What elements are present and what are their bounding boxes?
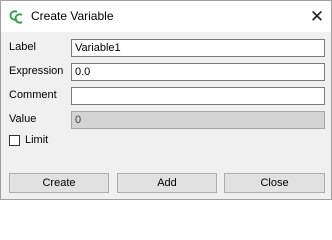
window-title: Create Variable xyxy=(31,9,114,23)
close-button[interactable]: Close xyxy=(224,173,325,193)
limit-label[interactable]: Limit xyxy=(25,134,48,146)
comment-input[interactable] xyxy=(71,87,325,105)
label-input[interactable] xyxy=(71,39,325,57)
comment-caption: Comment xyxy=(9,89,57,101)
add-button[interactable]: Add xyxy=(117,173,217,193)
close-icon[interactable]: ✕ xyxy=(303,1,331,32)
expression-input[interactable] xyxy=(71,63,325,81)
limit-checkbox[interactable] xyxy=(9,135,20,146)
label-caption: Label xyxy=(9,41,36,53)
value-field xyxy=(71,111,325,129)
expression-caption: Expression xyxy=(9,65,64,77)
create-variable-dialog: Create Variable ✕ Label Expression Comme… xyxy=(0,0,332,200)
value-caption: Value xyxy=(9,113,37,125)
create-button[interactable]: Create xyxy=(9,173,109,193)
title-bar[interactable]: Create Variable ✕ xyxy=(1,1,331,32)
app-logo-icon xyxy=(9,10,23,24)
